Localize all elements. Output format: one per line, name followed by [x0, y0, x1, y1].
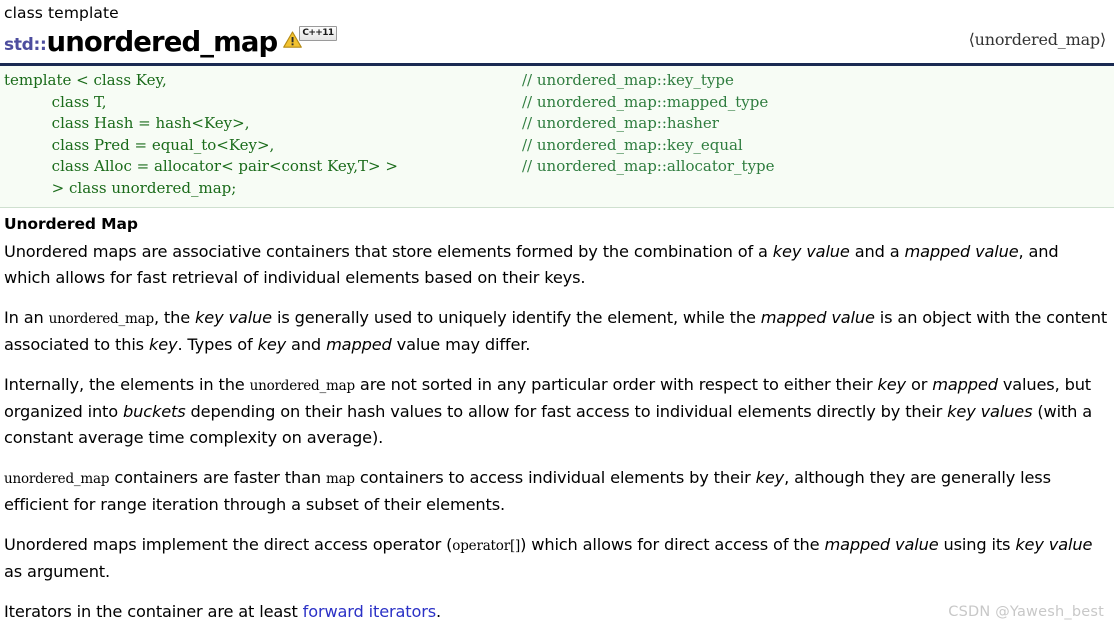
paragraph-text: depending on their hash values to allow … — [185, 402, 948, 421]
paragraph-text: is generally used to uniquely identify t… — [271, 308, 761, 327]
emphasis-text: key — [877, 375, 907, 394]
code-line-comment: // unordered_map::mapped_type — [522, 92, 769, 111]
emphasis-text: mapped value — [824, 535, 939, 554]
code-line: template < class Key, // unordered_map::k… — [4, 70, 1114, 92]
emphasis-text: mapped value — [904, 242, 1019, 261]
paragraph-text: or — [905, 375, 933, 394]
paragraph-text: Internally, the elements in the — [4, 375, 250, 394]
paragraph-text: , the — [153, 308, 196, 327]
namespace-prefix: std:: — [4, 35, 47, 55]
code-line: class Hash = hash<Key>, // unordered_map:… — [4, 113, 1114, 135]
paragraph-text: Unordered maps implement the direct acce… — [4, 535, 453, 554]
code-line-comment: // unordered_map::key_type — [522, 71, 734, 89]
code-line-text: > class unordered_map; — [4, 178, 237, 197]
template-signature-code-block: template < class Key,// unordered_map::k… — [0, 63, 1114, 208]
class-name: unordered_map — [46, 26, 279, 58]
cpp-standard-badge: C++11 — [299, 26, 337, 41]
description-paragraph: In an unordered_map, the key value is ge… — [4, 305, 1108, 358]
emphasis-text: key — [148, 335, 178, 354]
section-heading: Unordered Map — [4, 215, 138, 233]
code-line-comment: // unordered_map::hasher — [522, 114, 719, 132]
paragraph-text: are not sorted in any particular order w… — [354, 375, 878, 394]
code-line-comment: // unordered_map::allocator_type — [522, 157, 775, 175]
emphasis-text: key value — [195, 308, 272, 327]
code-line-text: class T, — [4, 92, 107, 111]
emphasis-text: mapped — [326, 335, 392, 354]
code-line-comment: // unordered_map::key_equal — [522, 135, 743, 154]
description-section: Unordered Map Unordered maps are associa… — [0, 215, 1114, 625]
emphasis-text: mapped value — [760, 308, 875, 327]
inline-code: map — [325, 471, 355, 487]
code-line-text: class Hash = hash<Key>, — [4, 114, 250, 132]
code-line: class Alloc = allocator< pair<const Key,… — [4, 156, 1114, 178]
code-line-text: template < class Key, — [4, 71, 167, 89]
page-kicker: class template — [4, 4, 119, 22]
paragraph-text: Iterators in the container are at least — [4, 602, 303, 621]
include-header-name: ⟨unordered_map⟩ — [968, 30, 1107, 49]
paragraph-text: . — [436, 602, 442, 621]
emphasis-text: key — [257, 335, 287, 354]
description-paragraph: unordered_map containers are faster than… — [4, 465, 1108, 518]
description-paragraph: Internally, the elements in the unordere… — [4, 372, 1108, 451]
paragraph-text: . Types of — [177, 335, 258, 354]
emphasis-text: mapped — [932, 375, 998, 394]
code-line-text: class Alloc = allocator< pair<const Key,… — [4, 157, 398, 175]
watermark: CSDN @Yawesh_best — [948, 604, 1104, 620]
paragraph-text: In an — [4, 308, 49, 327]
paragraph-text: ) which allows for direct access of the — [520, 535, 825, 554]
inline-code: unordered_map — [249, 378, 356, 394]
emphasis-text: key values — [947, 402, 1033, 421]
code-line-text: class Pred = equal_to<Key>, — [4, 135, 275, 154]
inline-code: unordered_map — [48, 311, 155, 327]
paragraph-text: containers to access individual elements… — [354, 468, 756, 487]
paragraph-text: Unordered maps are associative container… — [4, 242, 773, 261]
emphasis-text: key value — [1015, 535, 1093, 554]
page-title: std:: unordered_map C++11 — [4, 24, 1106, 57]
inline-code: operator[] — [452, 538, 521, 554]
emphasis-text: key — [755, 468, 785, 487]
emphasis-text: key value — [772, 242, 850, 261]
inline-code: unordered_map — [4, 471, 110, 487]
title-badges: C++11 — [283, 26, 339, 57]
emphasis-text: buckets — [123, 402, 186, 421]
paragraph-text: as argument. — [4, 562, 111, 581]
description-paragraph: Iterators in the container are at least … — [4, 599, 1108, 625]
code-line: class Pred = equal_to<Key>, // unordered_… — [4, 135, 1114, 157]
code-line: class T, // unordered_map::mapped_type — [4, 92, 1114, 114]
paragraph-text: and — [286, 335, 327, 354]
paragraph-text: and a — [849, 242, 905, 261]
forward-iterators-link[interactable]: forward iterators — [303, 602, 437, 621]
paragraph-text: value may differ. — [391, 335, 531, 354]
page-header: class template std:: unordered_map C++11… — [0, 0, 1114, 57]
paragraph-text: containers are faster than — [109, 468, 326, 487]
code-line: > class unordered_map; — [4, 178, 1114, 200]
description-paragraph: Unordered maps are associative container… — [4, 239, 1108, 291]
description-paragraph: Unordered maps implement the direct acce… — [4, 532, 1108, 585]
paragraph-text: using its — [938, 535, 1016, 554]
